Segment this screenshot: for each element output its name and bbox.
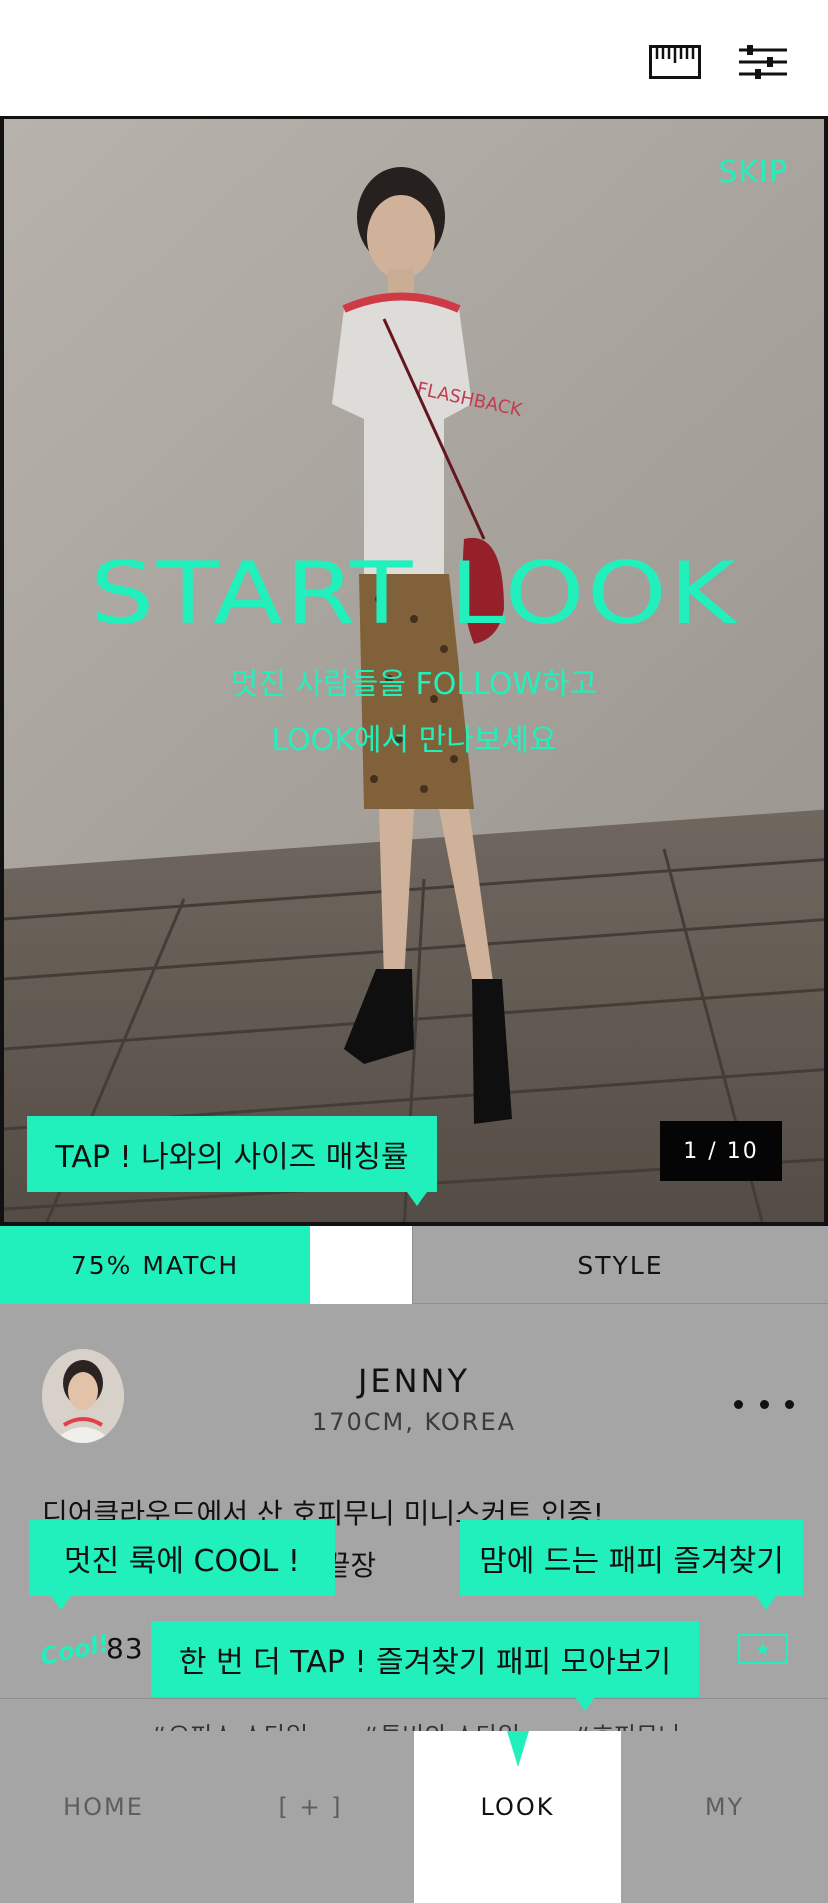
tooltip-tap-again: 한 번 더 TAP ! 즐겨찾기 패피 모아보기 [151,1621,699,1711]
nav-add[interactable]: [ + ] [207,1731,414,1903]
hero-title: START LOOK [89,544,739,644]
user-name[interactable]: JENNY [0,1362,828,1400]
top-bar [0,0,828,116]
tooltip-size-match: TAP ! 나와의 사이즈 매칭률 [27,1116,437,1206]
favorite-star-icon[interactable]: ★ [738,1634,788,1664]
tab-style-label: STYLE [577,1250,664,1280]
hero-subtitle-line1: 멋진 사람들을 FOLLOW하고 [230,667,598,702]
match-style-tabs: 75% MATCH STYLE [0,1226,828,1304]
tab-match[interactable]: 75% MATCH [0,1226,413,1304]
tab-match-label: 75% MATCH [70,1250,240,1280]
tab-style[interactable]: STYLE [413,1226,828,1304]
user-meta: 170CM, KOREA [311,1408,517,1436]
cool-count: 83 [106,1632,144,1665]
divider [0,1698,828,1699]
start-look-hero[interactable]: FLASHBACK SKIP START LOOK 멋진 사람들을 FOLLOW… [0,116,828,1226]
sliders-icon[interactable] [736,42,790,82]
more-options-icon[interactable] [734,1394,794,1414]
hero-subtitle-line2: LOOK에서 만나보세요 [271,723,557,758]
cool-icon[interactable]: Cool! [38,1629,112,1671]
bottom-nav: HOME [ + ] LOOK MY [0,1731,828,1903]
nav-home[interactable]: HOME [0,1731,207,1903]
slide-counter: 1 / 10 [660,1121,782,1181]
ruler-icon[interactable] [648,42,702,82]
tooltip-favorite: 맘에 드는 패피 즐겨찾기 [460,1520,803,1610]
tooltip-cool: 멋진 룩에 COOL ! [29,1520,335,1610]
tooltip-pointer [507,1731,529,1767]
nav-my[interactable]: MY [621,1731,828,1903]
skip-button[interactable]: SKIP [718,155,788,190]
